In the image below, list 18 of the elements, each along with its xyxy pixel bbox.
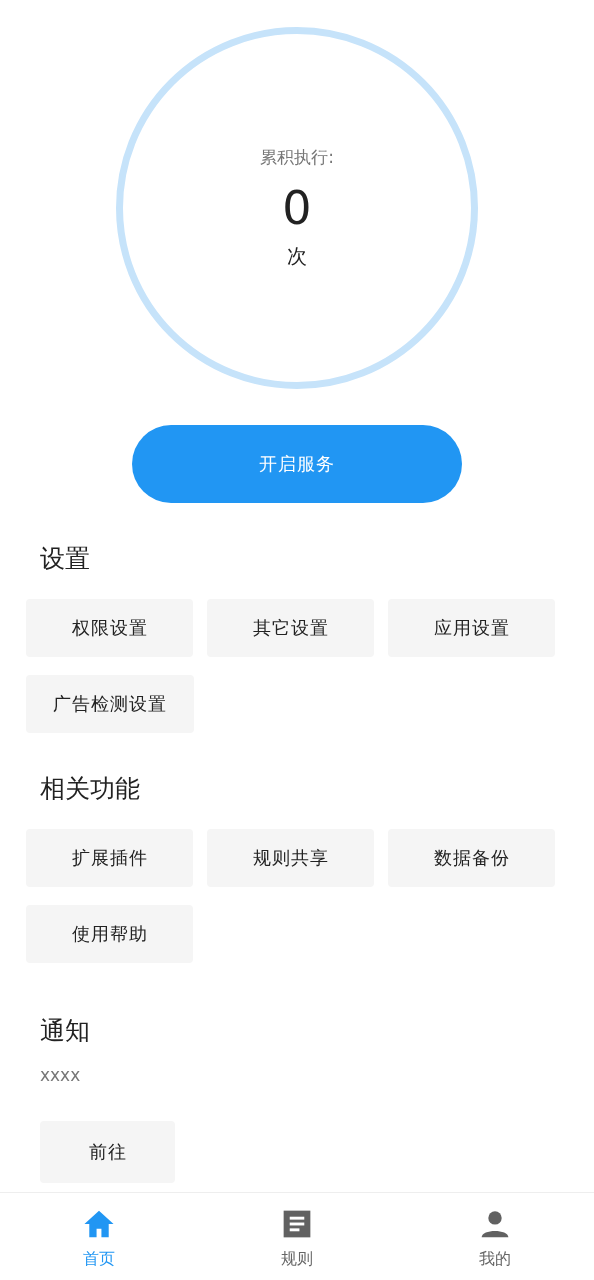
- notice-text: xxxx: [40, 1065, 82, 1085]
- nav-tab[interactable]: 规则: [198, 1193, 396, 1280]
- option-button[interactable]: 权限设置: [26, 599, 193, 657]
- option-button[interactable]: 规则共享: [207, 829, 374, 887]
- option-button[interactable]: 扩展插件: [26, 829, 193, 887]
- nav-tab[interactable]: 我的: [396, 1193, 594, 1280]
- go-button[interactable]: 前往: [40, 1121, 175, 1183]
- counter-label: 累积执行:: [260, 145, 334, 169]
- option-button[interactable]: 其它设置: [207, 599, 374, 657]
- section-title: 设置: [40, 543, 91, 575]
- option-button[interactable]: 应用设置: [388, 599, 555, 657]
- counter-unit: 次: [287, 243, 307, 271]
- counter-value: 0: [282, 182, 312, 234]
- option-button[interactable]: 广告检测设置: [26, 675, 194, 733]
- section-title: 相关功能: [40, 773, 141, 805]
- section-title: 通知: [40, 1015, 91, 1047]
- option-button[interactable]: 数据备份: [388, 829, 555, 887]
- option-button[interactable]: 使用帮助: [26, 905, 193, 963]
